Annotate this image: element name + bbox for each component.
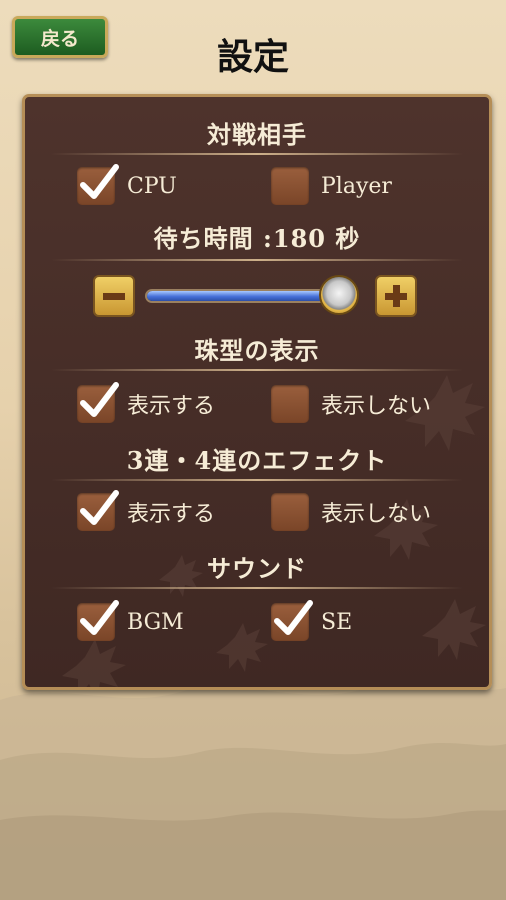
- chain-effect-title: 3連・4連のエフェクト: [126, 446, 388, 475]
- checkmark-icon: [80, 600, 119, 635]
- checkmark-icon: [80, 490, 119, 525]
- checkbox-se[interactable]: [271, 600, 313, 641]
- option-label: 表示しない: [321, 394, 432, 419]
- option-label: CPU: [127, 173, 177, 199]
- checkbox-bgm[interactable]: [77, 600, 119, 641]
- divider: [51, 587, 463, 589]
- divider: [51, 259, 463, 261]
- option-effect-hide[interactable]: 表示しない: [271, 493, 431, 531]
- minus-button[interactable]: [93, 275, 135, 317]
- checkbox-effect-hide[interactable]: [271, 493, 309, 531]
- slider-fill: [147, 291, 341, 301]
- minus-icon: [103, 293, 125, 300]
- option-bead-hide[interactable]: 表示しない: [271, 385, 431, 423]
- page-title: 設定: [216, 36, 289, 78]
- option-label: 表示する: [127, 394, 216, 419]
- option-label: Player: [321, 173, 392, 199]
- checkbox-bead-show[interactable]: [77, 382, 119, 423]
- divider: [51, 479, 463, 481]
- checkbox-effect-show[interactable]: [77, 490, 119, 531]
- checkbox-player[interactable]: [271, 167, 309, 205]
- option-label: 表示する: [127, 502, 216, 527]
- option-se[interactable]: SE: [271, 600, 353, 641]
- checkmark-icon: [274, 600, 313, 635]
- divider: [51, 153, 463, 155]
- checkmark-icon: [80, 382, 119, 417]
- slider-knob[interactable]: [318, 275, 359, 315]
- sound-title: サウンド: [207, 554, 307, 583]
- wait-time-title: 待ち時間 :180 秒: [153, 224, 361, 253]
- opponent-section-title: 対戦相手: [207, 120, 307, 149]
- plus-button[interactable]: [375, 275, 417, 317]
- option-effect-show[interactable]: 表示する: [77, 490, 216, 531]
- option-player[interactable]: Player: [271, 167, 392, 205]
- option-label: BGM: [127, 609, 184, 635]
- checkbox-bead-hide[interactable]: [271, 385, 309, 423]
- divider: [51, 369, 463, 371]
- checkbox-cpu[interactable]: [77, 164, 119, 205]
- bead-display-title: 珠型の表示: [194, 336, 320, 365]
- settings-panel: 対戦相手 CPU Player 待ち時間 :180 秒 珠型の表示 表示する 表…: [22, 94, 492, 690]
- option-label: SE: [321, 609, 353, 635]
- option-cpu[interactable]: CPU: [77, 164, 177, 205]
- option-bgm[interactable]: BGM: [77, 600, 184, 641]
- option-bead-show[interactable]: 表示する: [77, 382, 216, 423]
- checkmark-icon: [80, 164, 119, 199]
- wait-time-slider[interactable]: [93, 275, 417, 321]
- option-label: 表示しない: [321, 502, 432, 527]
